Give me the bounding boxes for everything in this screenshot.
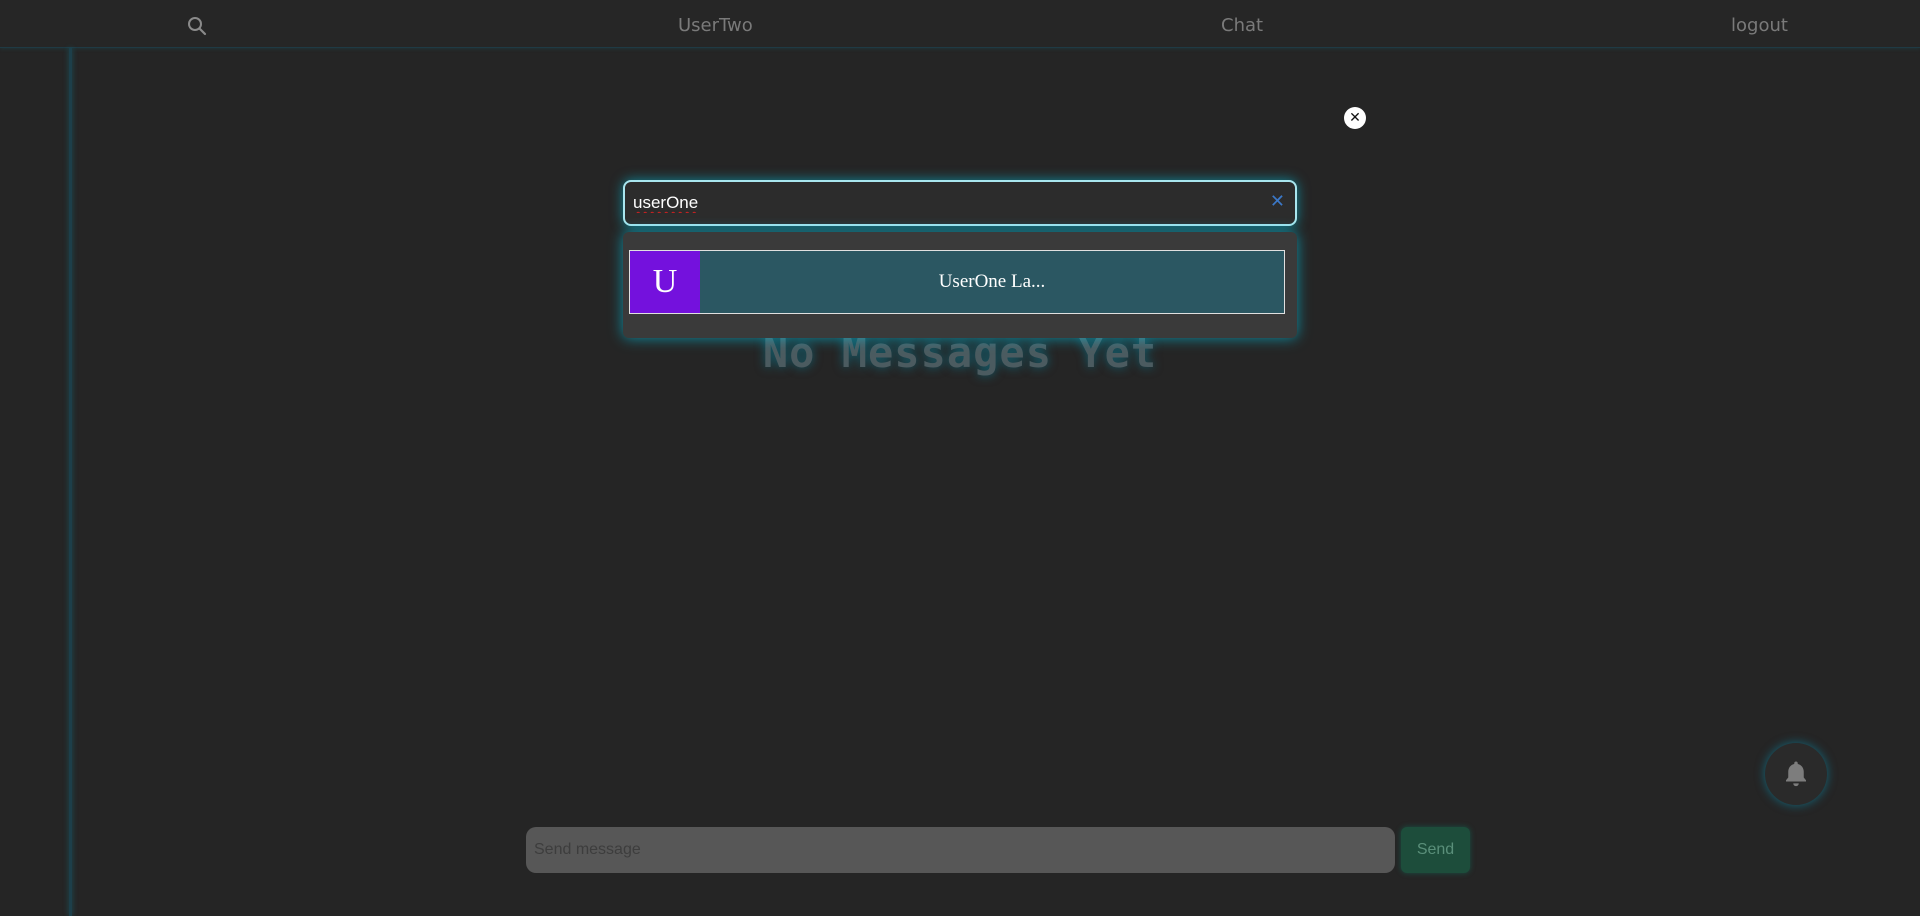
send-button[interactable]: Send	[1401, 827, 1470, 873]
left-divider	[69, 48, 72, 916]
top-navbar: UserTwo Chat logout	[0, 0, 1920, 48]
clear-icon[interactable]: ✕	[1270, 193, 1285, 211]
search-icon[interactable]	[186, 15, 208, 37]
search-results-dropdown: U UserOne La...	[623, 232, 1297, 338]
nav-logout-link[interactable]: logout	[1731, 15, 1788, 36]
nav-username[interactable]: UserTwo	[678, 15, 753, 36]
user-search-box: ✕	[623, 180, 1297, 226]
notification-button[interactable]	[1765, 743, 1827, 805]
nav-chat-link[interactable]: Chat	[1221, 15, 1263, 36]
message-input[interactable]	[526, 827, 1395, 873]
search-result-item[interactable]: U UserOne La...	[629, 250, 1285, 314]
bell-icon	[1786, 761, 1806, 787]
result-user-name: UserOne La...	[938, 271, 1046, 292]
user-search-input[interactable]	[633, 190, 1253, 216]
avatar: U	[630, 251, 700, 313]
close-icon[interactable]: ✕	[1344, 107, 1366, 129]
